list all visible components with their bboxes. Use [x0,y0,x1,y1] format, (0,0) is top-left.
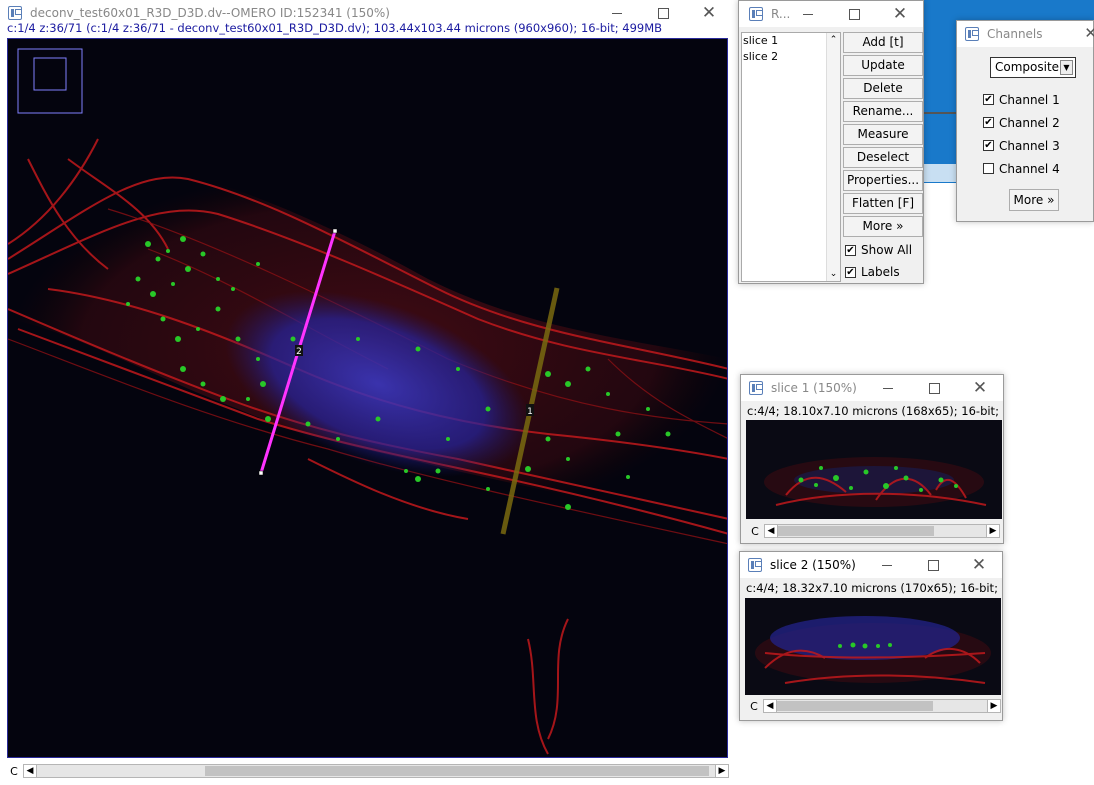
image-info: c:1/4 z:36/71 (c:1/4 z:36/71 - deconv_te… [7,21,663,35]
scroll-track[interactable] [778,524,986,538]
channels-titlebar[interactable]: Channels ✕ [957,21,1094,47]
labels-label: Labels [861,265,900,279]
slice-1-image[interactable] [746,420,1002,519]
close-button[interactable]: ✕ [957,375,1003,401]
scroll-track[interactable] [37,764,715,778]
close-button[interactable]: ✕ [956,552,1002,578]
show-all-label: Show All [861,243,913,257]
imagej-app-icon [8,6,22,20]
channel-3-checkbox[interactable]: ✔ Channel 3 [983,134,1060,157]
slice-2-window: slice 2 (150%) ✕ c:4/4; 18.32x7.10 micro… [739,551,1003,721]
slice-1-info: c:4/4; 18.10x7.10 microns (168x65); 16-b… [747,404,1003,418]
scroll-left-arrow[interactable]: ◀ [763,699,777,713]
checkbox-unchecked-icon[interactable] [983,163,994,174]
scroll-track[interactable] [777,699,987,713]
add-button[interactable]: Add [t] [843,32,923,53]
scroll-right-arrow[interactable]: ▶ [987,699,1001,713]
scroll-left-arrow[interactable]: ◀ [23,764,37,778]
scroll-down-arrow[interactable]: ⌄ [827,267,840,281]
rename-button[interactable]: Rename... [843,101,923,122]
channel-3-label: Channel 3 [999,138,1060,153]
channel-4-checkbox[interactable]: Channel 4 [983,157,1060,180]
channel-scroll-label: C [751,524,759,538]
imagej-app-icon [749,7,763,21]
scroll-thumb[interactable] [205,766,709,776]
roi-titlebar[interactable]: R... ✕ [739,1,923,27]
scroll-right-arrow[interactable]: ▶ [715,764,729,778]
properties-button[interactable]: Properties... [843,170,923,191]
image-canvas[interactable]: 2 1 [7,38,728,758]
maximize-button[interactable] [911,375,957,401]
roi-label-2: 2 [296,347,302,357]
display-mode-select[interactable]: Composite ▼ [990,57,1076,78]
measure-button[interactable]: Measure [843,124,923,145]
slice-1-titlebar[interactable]: slice 1 (150%) ✕ [741,375,1003,401]
channel-2-label: Channel 2 [999,115,1060,130]
delete-button[interactable]: Delete [843,78,923,99]
channels-window: Channels ✕ Composite ▼ ✔ Channel 1 ✔ Cha… [956,20,1094,222]
channel-scroll-label: C [10,764,18,778]
checkbox-checked-icon[interactable]: ✔ [845,244,856,256]
checkbox-checked-icon[interactable]: ✔ [983,140,994,151]
roi-manager-window: R... ✕ slice 1 slice 2 ⌃ ⌄ Add [t] Updat… [738,0,924,284]
scroll-up-arrow[interactable]: ⌃ [827,33,840,47]
microscopy-image: 2 1 [8,39,727,757]
slice-1-kymograph [746,420,1002,519]
channels-title: Channels [987,27,1043,41]
scroll-right-arrow[interactable]: ▶ [986,524,1000,538]
slice-2-title: slice 2 (150%) [770,558,856,572]
display-mode-value: Composite [995,60,1060,74]
imagej-app-icon [749,381,763,395]
show-all-checkbox[interactable]: ✔ Show All [843,239,923,261]
slice-2-kymograph [745,598,1001,695]
slice-2-image[interactable] [745,598,1001,695]
minimize-button[interactable] [865,375,911,401]
maximize-button[interactable] [831,1,877,27]
checkbox-checked-icon[interactable]: ✔ [845,266,856,278]
close-icon[interactable]: ✕ [1084,24,1094,42]
update-button[interactable]: Update [843,55,923,76]
roi-label-1: 1 [527,407,533,417]
slice-2-info: c:4/4; 18.32x7.10 microns (170x65); 16-b… [746,581,1002,595]
roi-list-scrollbar[interactable]: ⌃ ⌄ [826,33,840,281]
slice-2-titlebar[interactable]: slice 2 (150%) ✕ [740,552,1002,578]
slice-1-window: slice 1 (150%) ✕ c:4/4; 18.10x7.10 micro… [740,374,1004,544]
scroll-thumb[interactable] [777,701,933,711]
main-window-title: deconv_test60x01_R3D_D3D.dv--OMERO ID:15… [30,6,390,20]
slice-1-title: slice 1 (150%) [771,381,857,395]
maximize-button[interactable] [910,552,956,578]
imagej-app-icon [748,558,762,572]
imagej-app-icon [965,27,979,41]
roi-list[interactable]: slice 1 slice 2 ⌃ ⌄ [741,32,841,282]
slice-1-channel-scrollbar[interactable]: C ◀ ▶ [746,523,1000,539]
checkbox-checked-icon[interactable]: ✔ [983,117,994,128]
deselect-button[interactable]: Deselect [843,147,923,168]
channels-more-button[interactable]: More » [1009,189,1059,211]
channel-scroll-label: C [750,699,758,713]
close-button[interactable]: ✕ [877,1,923,27]
channel-1-checkbox[interactable]: ✔ Channel 1 [983,88,1060,111]
chevron-down-icon[interactable]: ▼ [1060,60,1073,75]
more-button[interactable]: More » [843,216,923,237]
channel-1-label: Channel 1 [999,92,1060,107]
main-channel-scrollbar[interactable]: C ◀ ▶ [5,763,729,779]
slice-2-channel-scrollbar[interactable]: C ◀ ▶ [745,698,1001,714]
flatten-button[interactable]: Flatten [F] [843,193,923,214]
scroll-left-arrow[interactable]: ◀ [764,524,778,538]
channel-4-label: Channel 4 [999,161,1060,176]
labels-checkbox[interactable]: ✔ Labels [843,261,923,283]
minimize-button[interactable] [864,552,910,578]
scroll-thumb[interactable] [778,526,934,536]
channel-2-checkbox[interactable]: ✔ Channel 2 [983,111,1060,134]
minimize-button[interactable] [785,1,831,27]
main-image-window: deconv_test60x01_R3D_D3D.dv--OMERO ID:15… [0,0,732,785]
checkbox-checked-icon[interactable]: ✔ [983,94,994,105]
